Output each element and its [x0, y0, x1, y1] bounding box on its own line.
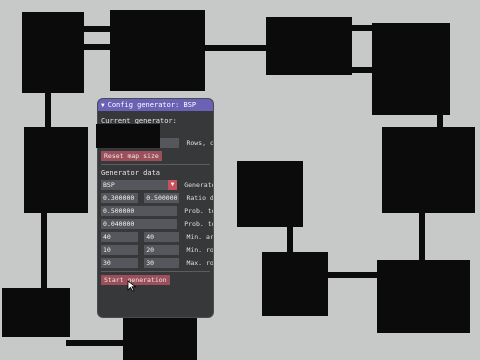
map-size-label: Rows, co — [186, 139, 214, 147]
ratio-row: 0.300000 0.500000 Ratio di — [101, 193, 213, 203]
prob-row-1: 0.500000 Prob. to — [101, 206, 213, 216]
reset-map-size-button[interactable]: Reset map size — [101, 151, 162, 161]
room — [22, 12, 84, 93]
ratio-input-a[interactable]: 0.300000 — [101, 193, 138, 203]
room-overlap — [96, 124, 160, 148]
prob-input-2[interactable]: 0.040000 — [101, 219, 177, 229]
reset-row: Reset map size — [101, 151, 210, 161]
ratio-label: Ratio di — [186, 194, 214, 202]
dungeon-map — [2, 10, 475, 360]
max-room-input-b[interactable]: 30 — [144, 258, 180, 268]
max-room-label: Max. ro — [186, 259, 214, 267]
room — [110, 10, 205, 91]
room — [377, 260, 470, 333]
generator-data-header: Generator data — [101, 169, 161, 177]
room — [382, 127, 475, 213]
room — [237, 161, 303, 227]
ratio-input-b[interactable]: 0.500000 — [144, 193, 180, 203]
room — [24, 127, 88, 213]
generator-select-row: BSP ▼ Generato — [101, 180, 213, 190]
min-room-input-a[interactable]: 10 — [101, 245, 138, 255]
min-room-input-b[interactable]: 20 — [144, 245, 180, 255]
prob-input-1[interactable]: 0.500000 — [101, 206, 177, 216]
min-room-row: 10 20 Min. ro — [101, 245, 213, 255]
room — [262, 252, 328, 316]
room — [2, 288, 70, 337]
min-area-row: 40 40 Min. ar — [101, 232, 213, 242]
room — [266, 17, 352, 75]
start-row: Start generation — [101, 275, 210, 285]
prob-row-2: 0.040000 Prob. to — [101, 219, 213, 229]
min-area-input-a[interactable]: 40 — [101, 232, 138, 242]
mouse-cursor-icon — [127, 280, 137, 292]
room — [372, 23, 450, 115]
min-area-input-b[interactable]: 40 — [144, 232, 180, 242]
generator-select-label: Generato — [184, 181, 214, 189]
triangle-down-icon[interactable]: ▼ — [101, 102, 105, 109]
dropdown-arrow-icon[interactable]: ▼ — [168, 180, 177, 190]
separator — [101, 271, 210, 272]
prob-label-2: Prob. to — [184, 220, 214, 228]
separator — [101, 164, 210, 165]
window-title: Config generator: BSP — [107, 101, 197, 109]
window-title-bar[interactable]: ▼ Config generator: BSP — [98, 99, 213, 111]
min-room-label: Min. ro — [186, 246, 214, 254]
max-room-row: 30 30 Max. ro — [101, 258, 213, 268]
generator-select[interactable]: BSP — [101, 180, 168, 190]
prob-label-1: Prob. to — [184, 207, 214, 215]
max-room-input-a[interactable]: 30 — [101, 258, 138, 268]
min-area-label: Min. ar — [186, 233, 214, 241]
